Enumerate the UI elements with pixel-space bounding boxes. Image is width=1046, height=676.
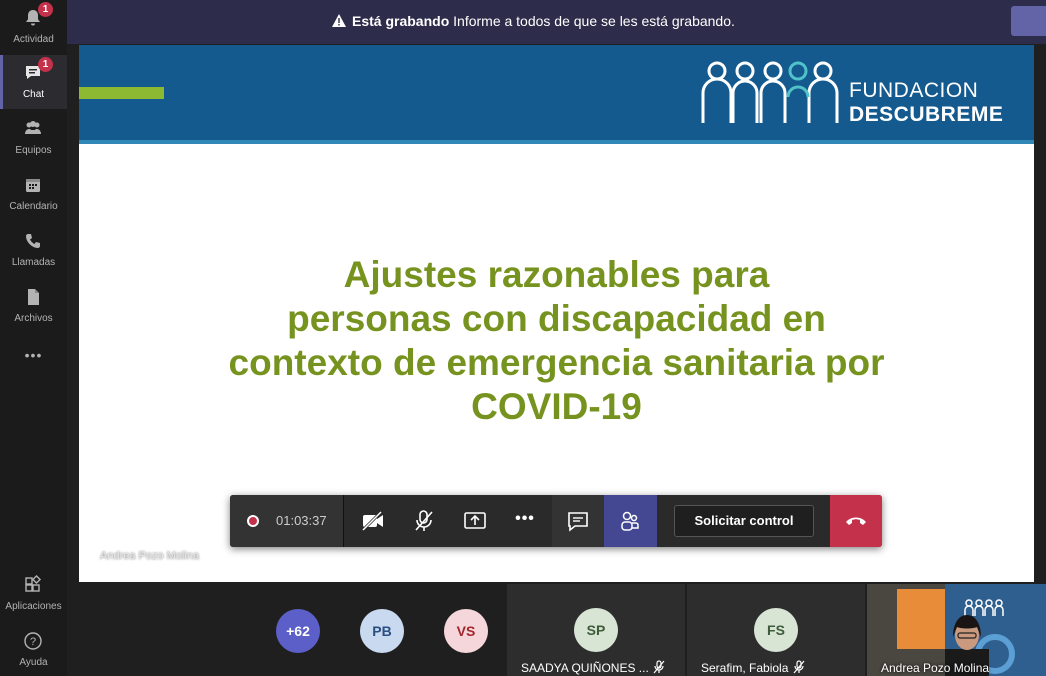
slide-title-line: COVID-19 [471,386,642,427]
file-icon [28,289,39,305]
rail-item-label: Aplicaciones [5,601,62,612]
logo-text-top: FUNDACION [849,79,979,102]
mic-off-icon [415,510,433,531]
apps-icon [25,575,42,592]
rail-item-llamadas[interactable]: Llamadas [0,223,67,277]
share-screen-button[interactable] [449,495,499,547]
recording-label: Está grabando [352,13,450,29]
mic-toggle-button[interactable] [398,495,448,547]
teams-meeting-window: 1 Actividad 1 Chat Equipos Calendario Ll… [0,0,1046,676]
svg-text:?: ? [30,636,36,648]
participant-tile[interactable]: FS Serafim, Fabiola [687,584,865,676]
calendar-icon [26,179,40,192]
help-icon: ? [24,632,42,650]
rail-item-label: Chat [22,89,45,100]
mic-off-icon [793,660,805,674]
banner-action-button[interactable] [1011,6,1046,36]
notification-badge: 1 [38,2,53,17]
rail-item-calendario[interactable]: Calendario [0,167,67,221]
hang-up-icon [846,517,866,525]
recording-dot-icon [247,515,259,527]
participants-icon [621,511,639,531]
participant-avatar: FS [754,608,798,652]
camera-off-icon [361,510,383,532]
more-actions-button[interactable]: ••• [500,495,550,547]
slide-title-line: Ajustes razonables para [343,254,770,295]
participant-video-tile[interactable]: Andrea Pozo Molina [867,584,1046,676]
participant-strip: +62 PB VS SP SAADYA QUIÑONES ... FS Sera… [67,584,1046,676]
rail-item-label: Equipos [15,145,52,156]
meeting-controls: 01:03:37 ••• Solicitar control [230,495,882,547]
participant-tile[interactable]: SP SAADYA QUIÑONES ... [507,584,685,676]
slide-header-divider [79,140,1034,144]
notification-badge: 1 [38,57,53,72]
rail-item-archivos[interactable]: Archivos [0,279,67,333]
request-control-button[interactable]: Solicitar control [674,505,814,537]
share-screen-icon [464,512,486,529]
presenter-name-overlay: Andrea Pozo Molina [100,550,200,562]
participant-avatar[interactable]: PB [360,609,404,653]
recording-banner: Está grabando Informe a todos de que se … [67,0,1046,44]
chat-toggle-button[interactable] [552,495,604,547]
rail-item-aplicaciones[interactable]: Aplicaciones [0,567,67,621]
slide-header: FUNDACION DESCUBREME [79,45,1034,140]
slide-title-line: contexto de emergencia sanitaria por [228,342,885,383]
logo-figures-icon [701,61,839,123]
chat-icon [568,512,588,532]
rail-item-label: Actividad [13,34,54,45]
participant-overflow-button[interactable]: +62 [276,609,320,653]
participant-name: Serafim, Fabiola [701,661,789,675]
more-icon: ••• [24,347,43,363]
phone-icon [26,234,40,248]
participant-avatar: SP [574,608,618,652]
camera-toggle-button[interactable] [347,495,397,547]
app-rail: 1 Actividad 1 Chat Equipos Calendario Ll… [0,0,67,676]
rail-more-button[interactable]: ••• [0,335,67,375]
teams-icon [25,121,41,134]
slide-title-line: personas con discapacidad en [287,298,826,339]
hang-up-button[interactable] [830,495,882,547]
participant-name: Andrea Pozo Molina [881,661,990,675]
rail-item-equipos[interactable]: Equipos [0,111,67,165]
slide-accent-bar [79,87,164,99]
video-background-poster [897,589,949,649]
warning-icon [332,14,346,27]
fundacion-descubreme-logo: FUNDACION DESCUBREME [699,55,1003,135]
call-duration: 01:03:37 [276,513,327,528]
participant-name: SAADYA QUIÑONES ... [521,661,649,675]
recording-message: Está grabando Informe a todos de que se … [332,13,735,29]
rail-item-label: Calendario [9,201,58,212]
recording-timer: 01:03:37 [230,495,344,547]
logo-text-bottom: DESCUBREME [849,103,1004,126]
more-icon: ••• [515,510,535,527]
rail-item-actividad[interactable]: 1 Actividad [0,0,67,54]
rail-item-chat[interactable]: 1 Chat [0,55,67,109]
mic-off-icon [653,660,665,674]
participants-toggle-button[interactable] [604,495,657,547]
participant-avatar[interactable]: VS [444,609,488,653]
rail-item-label: Archivos [14,313,53,324]
slide-title: Ajustes razonables para personas con dis… [179,253,934,429]
recording-text: Informe a todos de que se les está graba… [453,13,735,29]
rail-item-ayuda[interactable]: ? Ayuda [0,623,67,676]
rail-item-label: Ayuda [19,657,48,668]
rail-item-label: Llamadas [11,257,56,268]
